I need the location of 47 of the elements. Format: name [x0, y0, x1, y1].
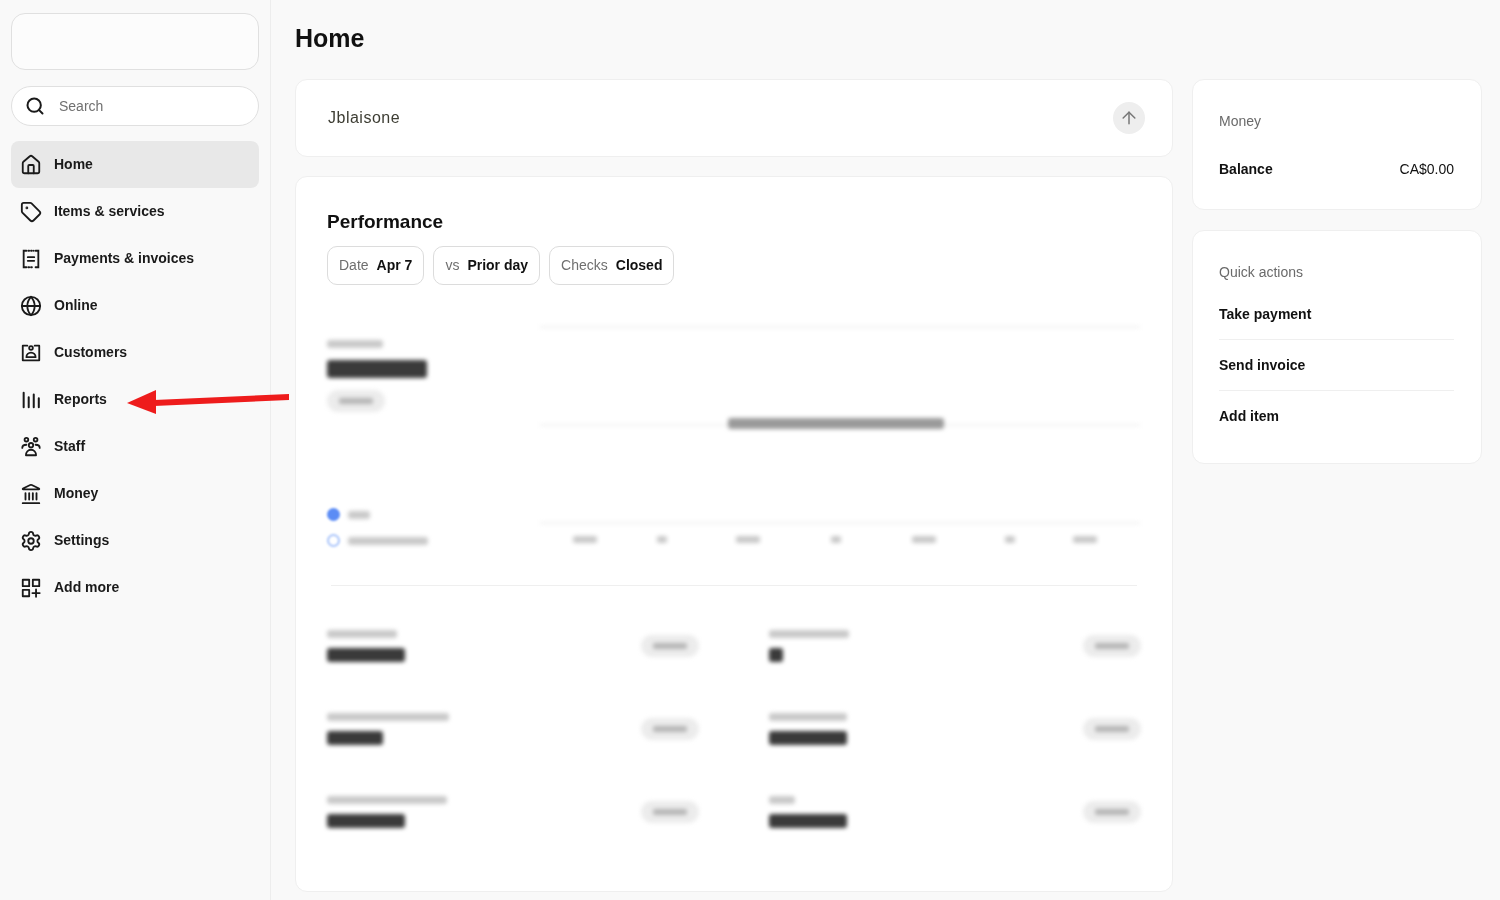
sidebar-item[interactable]: Home	[11, 141, 259, 188]
blurred-badge	[641, 717, 699, 740]
blurred-badge	[641, 800, 699, 823]
quick-action-link[interactable]: Add item	[1219, 406, 1279, 427]
filter-chip[interactable]: Date Apr 7	[327, 246, 425, 285]
up-arrow-button[interactable]	[1113, 102, 1145, 134]
blurred-badge	[1083, 800, 1141, 823]
blurred-text	[769, 647, 783, 662]
people-icon	[20, 435, 42, 458]
blurred-text	[327, 340, 383, 348]
sidebar-item[interactable]: Customers	[11, 329, 259, 376]
page-title: Home	[295, 23, 365, 54]
quick-action-link[interactable]: Send invoice	[1219, 354, 1306, 376]
sidebar-item[interactable]: Online	[11, 282, 259, 329]
blurred-text	[327, 629, 397, 638]
search-field[interactable]: Search	[11, 86, 259, 126]
filter-chip[interactable]: Checks Closed	[549, 246, 675, 285]
settings-icon	[20, 529, 42, 552]
search-icon	[25, 96, 45, 116]
bank-icon	[20, 482, 42, 505]
filter-chip[interactable]: vs Prior day	[433, 246, 541, 285]
balance-label: Balance	[1219, 160, 1273, 178]
section-title: Performance	[327, 210, 444, 234]
sidebar-item[interactable]: Money	[11, 470, 259, 517]
business-name: Jblaisone	[328, 108, 401, 128]
blurred-text	[769, 795, 795, 804]
document-icon	[20, 247, 42, 270]
blurred-text	[327, 730, 383, 745]
globe-icon	[20, 294, 42, 317]
blurred-badge	[641, 634, 699, 657]
sidebar-item[interactable]: Staff	[11, 423, 259, 470]
home-icon	[20, 153, 42, 176]
sidebar-item[interactable]: Add more	[11, 564, 259, 611]
blurred-badge	[327, 390, 385, 412]
tag-icon	[20, 200, 42, 223]
blurred-badge	[1083, 717, 1141, 740]
card-title: Money	[1219, 112, 1262, 130]
blurred-badge	[1083, 634, 1141, 657]
card-title: Quick actions	[1219, 263, 1304, 281]
sidebar-item[interactable]: Items & services	[11, 188, 259, 235]
blurred-text	[348, 510, 370, 519]
sidebar-item[interactable]: Payments & invoices	[11, 235, 259, 282]
quick-action-link[interactable]: Take payment	[1219, 303, 1312, 325]
grid-plus-icon	[20, 576, 42, 599]
sidebar-item[interactable]: Settings	[11, 517, 259, 564]
balance-value: CA$0.00	[1399, 160, 1454, 178]
sidebar-item[interactable]: Reports	[11, 376, 259, 423]
